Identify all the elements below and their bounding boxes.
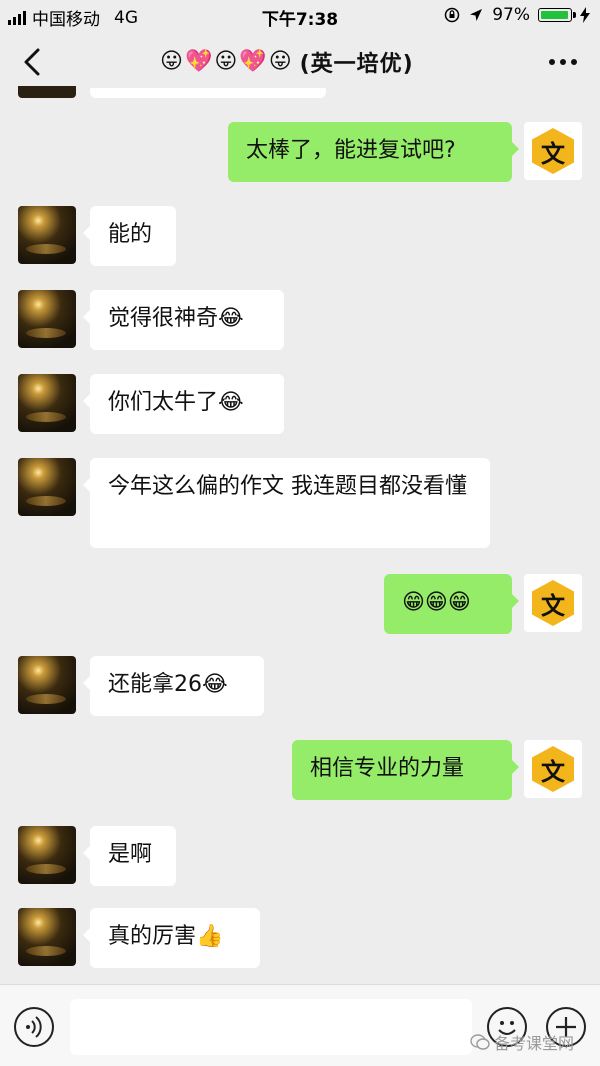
avatar-letter: 文 bbox=[532, 746, 574, 792]
battery-fill bbox=[541, 11, 568, 19]
avatar[interactable] bbox=[18, 86, 76, 98]
message-bubble[interactable]: 你们太牛了😂 bbox=[83, 374, 284, 434]
avatar[interactable] bbox=[18, 290, 76, 348]
message-bubble[interactable]: 真的厉害👍 bbox=[83, 908, 260, 968]
watermark: 备考课堂网 bbox=[470, 1030, 574, 1054]
back-button[interactable] bbox=[14, 42, 54, 82]
status-right: 97% bbox=[444, 5, 590, 25]
avatar-self[interactable]: 文 bbox=[524, 574, 582, 632]
partial-message-bubble bbox=[90, 88, 326, 98]
watermark-text: 备考课堂网 bbox=[494, 1034, 575, 1053]
title-text: (英一培优) bbox=[299, 52, 414, 77]
avatar[interactable] bbox=[18, 908, 76, 966]
avatar-letter: 文 bbox=[532, 580, 574, 626]
voice-icon bbox=[26, 1016, 42, 1038]
rotation-lock-icon bbox=[444, 7, 460, 23]
chevron-left-icon bbox=[24, 48, 40, 76]
avatar[interactable] bbox=[18, 826, 76, 884]
avatar[interactable] bbox=[18, 374, 76, 432]
location-icon bbox=[470, 9, 483, 21]
wechat-icon bbox=[470, 1034, 490, 1050]
message-bubble[interactable]: 相信专业的力量 bbox=[292, 740, 519, 800]
message-bubble[interactable]: 😁😁😁 bbox=[384, 574, 519, 634]
title-emoji: 😛 bbox=[214, 49, 238, 74]
voice-button[interactable] bbox=[14, 1007, 54, 1047]
avatar-self[interactable]: 文 bbox=[524, 740, 582, 798]
avatar-self[interactable]: 文 bbox=[524, 122, 582, 180]
title-emoji: 💖 bbox=[239, 49, 267, 74]
more-button[interactable] bbox=[540, 42, 586, 82]
avatar[interactable] bbox=[18, 458, 76, 516]
status-bar: 中国移动 4G 下午7:38 97% bbox=[0, 0, 600, 30]
battery-percent: 97% bbox=[492, 5, 530, 25]
battery-icon bbox=[538, 8, 576, 22]
title-emoji: 💖 bbox=[184, 49, 213, 74]
message-input[interactable] bbox=[70, 999, 472, 1055]
charging-icon bbox=[580, 7, 590, 23]
message-bubble[interactable]: 觉得很神奇😂 bbox=[83, 290, 284, 350]
title-emoji-group: 😛 💖 😛 💖 😛 bbox=[160, 51, 292, 73]
title-emoji: 😛 bbox=[268, 49, 292, 74]
title-emoji: 😛 bbox=[160, 49, 183, 74]
nav-bar: 😛 💖 😛 💖 😛 (英一培优) bbox=[0, 30, 600, 94]
message-bubble[interactable]: 是啊 bbox=[83, 826, 176, 886]
avatar[interactable] bbox=[18, 206, 76, 264]
message-bubble[interactable]: 还能拿26😂 bbox=[83, 656, 264, 716]
avatar[interactable] bbox=[18, 656, 76, 714]
chat-title: 😛 💖 😛 💖 😛 (英一培优) bbox=[160, 42, 414, 82]
message-bubble[interactable]: 今年这么偏的作文 我连题目都没看懂 bbox=[83, 458, 490, 548]
avatar-letter: 文 bbox=[532, 128, 574, 174]
message-bubble[interactable]: 太棒了，能进复试吧? bbox=[228, 122, 519, 182]
message-bubble[interactable]: 能的 bbox=[83, 206, 176, 266]
